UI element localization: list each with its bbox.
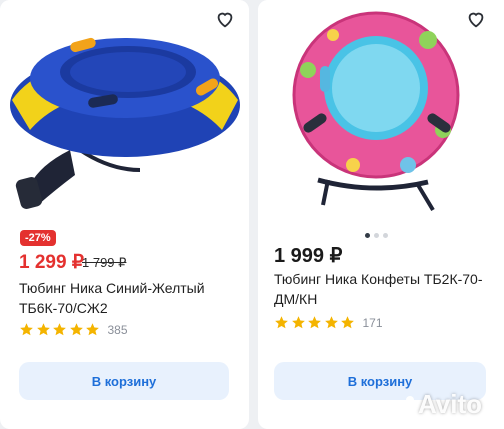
star-icon	[36, 323, 50, 336]
product-title[interactable]: Тюбинг Ника Синий-Желтый ТБ6К-70/СЖ2	[19, 278, 249, 318]
star-icon	[20, 323, 33, 336]
star-icon	[275, 316, 288, 329]
rating: 385	[19, 322, 128, 337]
product-image[interactable]	[0, 0, 249, 222]
avito-watermark: Avito	[396, 389, 482, 420]
old-price: 1 799 ₽	[82, 255, 127, 270]
favorite-heart-icon[interactable]	[465, 8, 487, 30]
carousel-dot[interactable]	[374, 233, 379, 238]
price: 1 999 ₽	[274, 245, 343, 267]
star-icon	[86, 323, 99, 336]
carousel-dot[interactable]	[383, 233, 388, 238]
rating: 171	[274, 315, 383, 330]
product-title[interactable]: Тюбинг Ника Конфеты ТБ2К-70-ДМ/КН	[274, 269, 504, 309]
discount-badge: -27%	[20, 230, 56, 246]
avito-logo-icon	[397, 395, 415, 413]
star-icon	[308, 316, 321, 329]
product-card[interactable]: -27% 1 299 ₽ 1 799 ₽ Тюбинг Ника Синий-Ж…	[0, 0, 249, 429]
review-count: 385	[107, 322, 128, 337]
product-image[interactable]	[258, 0, 504, 222]
watermark-text: Avito	[418, 389, 483, 419]
review-count: 171	[362, 315, 383, 330]
star-icon	[53, 323, 66, 336]
favorite-heart-icon[interactable]	[214, 8, 236, 30]
image-carousel-dots[interactable]	[365, 233, 388, 238]
star-icon	[69, 323, 83, 336]
carousel-dot[interactable]	[365, 233, 370, 238]
star-icon	[341, 316, 354, 329]
product-card[interactable]: 1 999 ₽ Тюбинг Ника Конфеты ТБ2К-70-ДМ/К…	[258, 0, 504, 429]
price: 1 299 ₽	[19, 252, 84, 273]
star-icon	[291, 316, 305, 329]
star-icon	[324, 316, 338, 329]
add-to-cart-button[interactable]: В корзину	[19, 362, 229, 400]
